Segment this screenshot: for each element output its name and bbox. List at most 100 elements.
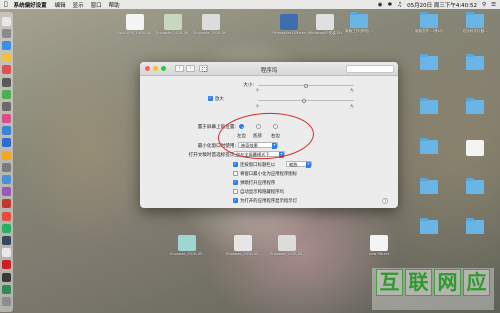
volume-icon[interactable]: ♫ (397, 2, 402, 8)
show-all-grid-icon[interactable] (199, 65, 208, 72)
minimize-to-icon-checkbox[interactable]: ✓ (233, 171, 238, 176)
desktop-folder[interactable] (412, 178, 446, 194)
size-slider[interactable] (258, 83, 354, 88)
app-icon[interactable] (2, 272, 11, 282)
desktop-folder[interactable]: 新版发布...(移动) (412, 12, 446, 34)
image-icon (178, 235, 196, 251)
desktop-folder[interactable] (412, 218, 446, 234)
photos-icon[interactable] (2, 150, 11, 160)
launchpad-icon[interactable] (2, 28, 11, 38)
music-icon[interactable] (2, 114, 11, 124)
menu-window[interactable]: 窗口 (91, 1, 102, 9)
messages-icon[interactable] (2, 89, 11, 99)
autohide-checkbox[interactable]: ✓ (233, 189, 238, 194)
magnify-slider-knob[interactable] (302, 98, 306, 103)
app-icon[interactable] (2, 187, 11, 197)
desktop-folder[interactable] (458, 218, 492, 234)
desktop-file[interactable]: Snipaste_2018-05-20_16-04.jpg (170, 235, 204, 257)
minimize-button[interactable] (153, 66, 158, 71)
back-button[interactable]: ‹ (175, 65, 184, 72)
list-icon[interactable]: ☰ (491, 2, 496, 8)
system-prefs-icon[interactable] (2, 101, 11, 111)
desktop-file[interactable]: Win10PE_1906148...cx.zip (118, 14, 152, 36)
desktop-file[interactable]: Snipaste_2018-05-20_16-09-26.jpg (226, 235, 260, 257)
app-icon[interactable] (2, 248, 11, 258)
image-icon (164, 14, 182, 30)
desktop-folder[interactable] (458, 178, 492, 194)
finder-icon[interactable] (2, 16, 11, 26)
search-field[interactable] (346, 65, 394, 73)
file-label: WindowsPE安装 ENGINE (308, 31, 342, 35)
app-icon[interactable] (2, 223, 11, 233)
file-label: Snipaste_2018-05-20_16-04.jpg (170, 252, 204, 256)
size-min-label: 小 (256, 88, 260, 92)
app-icon[interactable] (2, 235, 11, 245)
desktop-folder[interactable]: 新版工作(修改)... (342, 12, 376, 34)
status-area: ◉ ✱ ♫ 05月20日 周三下午4:40:52 ⚲ ☰ (373, 1, 500, 9)
desktop-folder[interactable] (412, 138, 446, 154)
folder-icon (466, 98, 484, 114)
menu-help[interactable]: 帮助 (109, 1, 120, 9)
forward-button[interactable]: › (186, 65, 195, 72)
dock (0, 12, 13, 312)
double-click-checkbox[interactable]: ✓ (233, 161, 238, 167)
folder-icon (420, 98, 438, 114)
menu-edit[interactable]: 编辑 (55, 1, 66, 9)
folder-icon (350, 12, 368, 28)
menu-app-name[interactable]: 系统偏好设置 (14, 1, 47, 9)
magnify-slider[interactable] (258, 98, 354, 103)
wifi-icon[interactable]: ◉ (378, 2, 383, 8)
desktop-file[interactable]: new file.txt (362, 235, 396, 257)
calendar-icon[interactable] (2, 65, 11, 75)
desktop-file[interactable]: Snipaste_2018-09-20_16-37-47.jpg (194, 14, 228, 36)
desktop-file[interactable] (458, 140, 492, 156)
clock[interactable]: 05月20日 周三下午4:40:52 (407, 1, 477, 9)
app-icon[interactable] (2, 284, 11, 294)
folder-icon (420, 12, 438, 28)
magnify-max-label: 大 (350, 104, 354, 108)
desktop-file[interactable]: Snipaste_2018-09-20_16-37-38.jpg (156, 14, 190, 36)
safari-icon[interactable] (2, 40, 11, 50)
watermark-char: 互 (376, 269, 403, 296)
app-icon[interactable] (2, 260, 11, 270)
animate-opening-checkbox[interactable]: ✓ (233, 179, 238, 185)
folder-icon (466, 54, 484, 70)
mail-icon[interactable] (2, 138, 11, 148)
menu-view[interactable]: 显示 (73, 1, 84, 9)
indicators-checkbox[interactable]: ✓ (233, 197, 238, 203)
app-icon[interactable] (2, 211, 11, 221)
trash-icon[interactable] (2, 296, 11, 306)
desktop-file[interactable]: WindowsPE安装 ENGINE (308, 14, 342, 36)
desktop-folder[interactable] (458, 54, 492, 70)
size-slider-knob[interactable] (304, 83, 308, 88)
watermark-char: 网 (434, 269, 461, 296)
notes-icon[interactable] (2, 53, 11, 63)
desktop-folder[interactable] (412, 54, 446, 70)
help-button[interactable]: ? (382, 198, 388, 204)
close-button[interactable] (145, 66, 150, 71)
desktop-folder[interactable] (458, 98, 492, 114)
zoom-button[interactable] (161, 66, 166, 71)
bluetooth-icon[interactable]: ✱ (388, 2, 393, 8)
magnify-checkbox[interactable]: ✓ (208, 95, 213, 101)
size-label: 大小: (243, 83, 254, 88)
title-bar: ‹ › 程序坞 (140, 62, 398, 76)
appstore-icon[interactable] (2, 126, 11, 136)
watermark-logo: 互 联 网 应 (376, 269, 492, 296)
magnify-label: 放大 (215, 97, 224, 102)
app-icon[interactable] (2, 162, 11, 172)
folder-label: 宏远科学仪器... (462, 29, 488, 33)
desktop-folder[interactable] (412, 98, 446, 114)
desktop-file[interactable]: Snipaste_2018-05-20_16-26-23.jpg (270, 235, 304, 257)
desktop-folder[interactable]: 宏远科学仪器... (458, 12, 492, 34)
file-label: Snipaste_2018-05-20_16-26-23.jpg (270, 252, 304, 256)
file-label: new file.txt (368, 252, 390, 256)
desktop-file[interactable]: PeInstaller189.exe (272, 14, 306, 36)
app-icon[interactable] (2, 199, 11, 209)
magnify-min-label: 小 (256, 104, 260, 108)
apple-icon[interactable]:  (4, 1, 8, 8)
double-click-select[interactable]: 缩放 ▾ (286, 161, 312, 168)
terminal-icon[interactable] (2, 77, 11, 87)
app-icon[interactable] (2, 175, 11, 185)
search-icon[interactable]: ⚲ (482, 2, 486, 8)
